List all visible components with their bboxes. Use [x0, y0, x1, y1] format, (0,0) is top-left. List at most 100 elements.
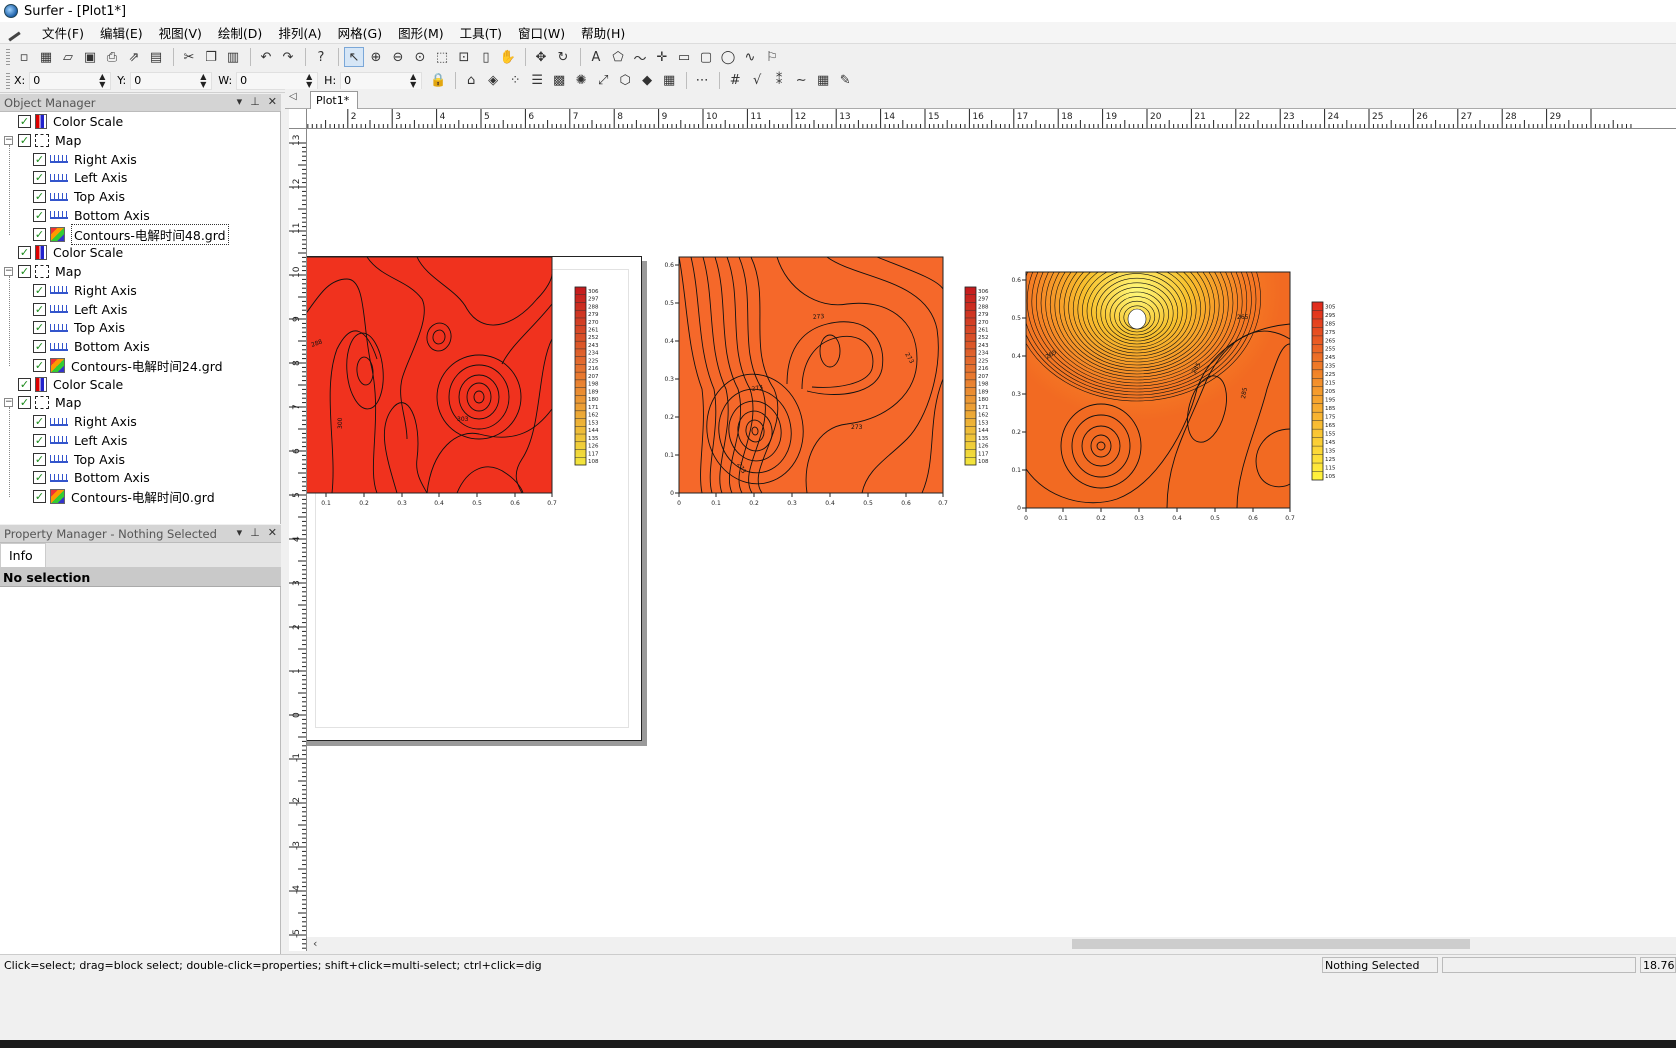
tree-item[interactable]: ✓ Top Axis [33, 187, 125, 206]
visibility-checkbox[interactable]: ✓ [33, 321, 46, 335]
menu-edit[interactable]: 编辑(E) [92, 21, 151, 44]
open-icon[interactable]: ▱ [58, 47, 78, 67]
save-icon[interactable]: ▣ [80, 47, 100, 67]
toolbar-grip[interactable] [6, 72, 10, 89]
collapse-icon[interactable]: − [4, 135, 13, 145]
reshape-icon[interactable]: ⚐ [762, 47, 782, 67]
shaded-relief-icon[interactable]: ✺ [571, 71, 591, 91]
scroll-left-arrow-icon[interactable]: ‹ [313, 937, 317, 950]
cut-icon[interactable]: ✂ [179, 47, 199, 67]
visibility-checkbox[interactable]: ✓ [18, 377, 31, 391]
polygon-icon[interactable]: ⬠ [608, 47, 628, 67]
print-preview-icon[interactable]: ▤ [146, 47, 166, 67]
text-icon[interactable]: A [586, 47, 606, 67]
tree-item[interactable]: − ✓ Map [4, 131, 81, 150]
doc-menu-icon[interactable] [6, 25, 24, 41]
grid-node-editor-icon[interactable]: # [725, 71, 745, 91]
polyline-icon[interactable]: 〜 [630, 47, 650, 67]
menu-tools[interactable]: 工具(T) [452, 21, 510, 44]
plot-canvas[interactable]: 0.1 0.2 0.3 0.4 0.5 0.6 0.7 288 300 303 306 297 288 2… [307, 129, 1676, 937]
zoom-page-icon[interactable]: ▯ [476, 47, 496, 67]
print-icon[interactable]: ⎙ [102, 47, 122, 67]
dropdown-icon[interactable]: ▾ [237, 95, 243, 108]
visibility-checkbox[interactable]: ✓ [33, 452, 46, 466]
grid-math-icon[interactable]: √ [747, 71, 767, 91]
y-spinner[interactable]: ▲ ▼ [200, 72, 210, 89]
visibility-checkbox[interactable]: ✓ [33, 283, 46, 297]
collapse-icon[interactable]: − [4, 398, 13, 408]
pin-icon[interactable]: ⊥ [250, 95, 260, 108]
tree-item[interactable]: ✓ Bottom Axis [33, 206, 150, 225]
color-scale-1[interactable]: 3062972882792702612522432342252162071981… [574, 286, 599, 466]
tree-item[interactable]: ✓ Contours-电解时间48.grd [33, 223, 229, 245]
tree-item[interactable]: ✓ Color Scale [4, 375, 123, 394]
tree-item[interactable]: ✓ Bottom Axis [33, 468, 150, 487]
grid-blank-icon[interactable]: ▦ [813, 71, 833, 91]
undo-icon[interactable]: ↶ [256, 47, 276, 67]
visibility-checkbox[interactable]: ✓ [33, 227, 46, 241]
symbol-icon[interactable]: ✛ [652, 47, 672, 67]
wireframe-icon[interactable]: ⬡ [615, 71, 635, 91]
dropdown-icon[interactable]: ▾ [237, 526, 243, 539]
export-icon[interactable]: ⇗ [124, 47, 144, 67]
new-worksheet-icon[interactable]: ▦ [36, 47, 56, 67]
help-pointer-icon[interactable]: ? [311, 47, 331, 67]
tree-item[interactable]: ✓ Right Axis [33, 281, 137, 300]
tree-item[interactable]: ✓ Color Scale [4, 243, 123, 262]
zoom-in-icon[interactable]: ⊕ [366, 47, 386, 67]
tree-item[interactable]: ✓ Left Axis [33, 300, 127, 319]
visibility-checkbox[interactable]: ✓ [33, 302, 46, 316]
visibility-checkbox[interactable]: ✓ [33, 415, 46, 428]
close-icon[interactable]: ✕ [268, 95, 277, 108]
color-scale-2[interactable]: 3062972882792702612522432342252162071981… [964, 286, 989, 466]
select-arrow-icon[interactable]: ↖ [344, 47, 364, 67]
visibility-checkbox[interactable]: ✓ [18, 133, 31, 147]
zoom-fit-icon[interactable]: ⊙ [410, 47, 430, 67]
pin-icon[interactable]: ⊥ [250, 526, 260, 539]
visibility-checkbox[interactable]: ✓ [33, 471, 46, 485]
visibility-checkbox[interactable]: ✓ [18, 265, 31, 278]
rounded-rect-icon[interactable]: ▢ [696, 47, 716, 67]
visibility-checkbox[interactable]: ✓ [33, 208, 46, 222]
contour-map-1[interactable]: 0.1 0.2 0.3 0.4 0.5 0.6 0.7288300 303 [307, 256, 557, 507]
tree-item[interactable]: ✓ Contours-电解时间24.grd [33, 356, 223, 375]
menu-window[interactable]: 窗口(W) [510, 21, 573, 44]
horizontal-scrollbar[interactable]: ‹ [307, 937, 1676, 951]
menu-arrange[interactable]: 排列(A) [270, 21, 329, 44]
visibility-checkbox[interactable]: ✓ [33, 340, 46, 353]
grid-slice-icon[interactable]: ✎ [835, 71, 855, 91]
tree-item[interactable]: ✓ Top Axis [33, 318, 125, 337]
base-map-icon[interactable]: ⌂ [461, 71, 481, 91]
redo-icon[interactable]: ↷ [278, 47, 298, 67]
tree-item[interactable]: ✓ Right Axis [33, 150, 137, 169]
toolbar-grip[interactable] [6, 49, 10, 65]
rectangle-icon[interactable]: ▭ [674, 47, 694, 67]
copy-icon[interactable]: ❐ [201, 47, 221, 67]
visibility-checkbox[interactable]: ✓ [33, 490, 46, 503]
contour-map-icon[interactable]: ◈ [483, 71, 503, 91]
rotate-icon[interactable]: ↻ [553, 47, 573, 67]
tab-info[interactable]: Info [0, 543, 46, 567]
menu-view[interactable]: 视图(V) [151, 21, 210, 44]
pan-hand-icon[interactable]: ✋ [498, 47, 518, 67]
menu-grid[interactable]: 网格(G) [330, 21, 390, 44]
post-map-icon[interactable]: ⁘ [505, 71, 525, 91]
w-spinner[interactable]: ▲ ▼ [306, 72, 316, 89]
zoom-out-icon[interactable]: ⊖ [388, 47, 408, 67]
collapse-icon[interactable]: − [4, 267, 13, 276]
3d-map-icon[interactable]: ▦ [659, 71, 679, 91]
tree-item[interactable]: ✓ Color Scale [4, 112, 123, 131]
new-plot-icon[interactable]: ▫ [14, 47, 34, 67]
menu-help[interactable]: 帮助(H) [573, 21, 633, 44]
tree-item[interactable]: ✓ Left Axis [33, 168, 127, 187]
visibility-checkbox[interactable]: ✓ [33, 358, 46, 372]
tree-item[interactable]: ✓ Contours-电解时间0.grd [33, 487, 215, 506]
surface-icon[interactable]: ◆ [637, 71, 657, 91]
grid-convert-icon[interactable]: ⁑ [769, 71, 789, 91]
tree-item[interactable]: ✓ Left Axis [33, 431, 127, 450]
x-spinner[interactable]: ▲ ▼ [99, 72, 109, 89]
tree-item[interactable]: − ✓ Map [4, 262, 81, 281]
tree-item[interactable]: ✓ Right Axis [33, 412, 137, 431]
zoom-selected-icon[interactable]: ⊡ [454, 47, 474, 67]
grid-volume-icon[interactable]: ∼ [791, 71, 811, 91]
